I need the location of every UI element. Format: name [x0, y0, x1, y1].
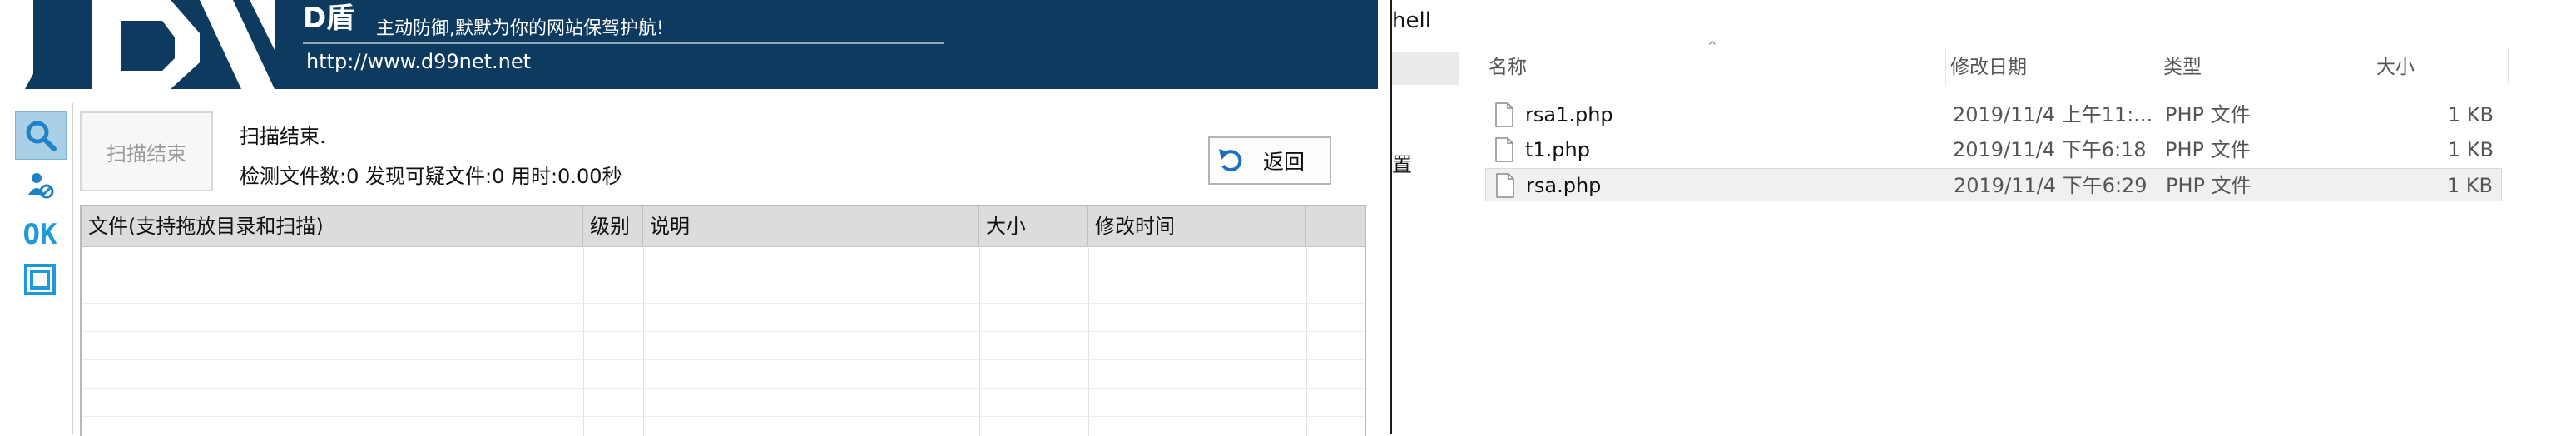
column-header-type[interactable]: 类型 [2160, 52, 2368, 83]
file-name: rsa1.php [1525, 103, 1613, 126]
row-divider [82, 359, 1365, 360]
file-name: t1.php [1525, 138, 1590, 161]
file-type: PHP 文件 [2165, 103, 2251, 126]
file-date: 2019/11/4 下午6:29 [1954, 174, 2147, 197]
column-header-description[interactable]: 说明 [643, 206, 979, 246]
column-separator [2508, 48, 2509, 85]
file-size: 1 KB [2446, 174, 2493, 197]
back-button-label: 返回 [1263, 150, 1305, 174]
file-row[interactable]: rsa1.php 2019/11/4 上午11:... PHP 文件 1 KB [1485, 98, 2502, 131]
file-date: 2019/11/4 下午6:18 [1953, 138, 2147, 161]
banner: D盾 主动防御,默默为你的网站保驾护航! http://www.d99net.n… [0, 0, 1378, 89]
d-shield-logo [0, 0, 275, 89]
navigation-pane [1392, 42, 1459, 434]
column-header-name[interactable]: 名称 [1485, 52, 1944, 83]
scan-status: 扫描结束. [240, 125, 326, 148]
dshield-window: D盾 主动防御,默默为你的网站保驾护航! http://www.d99net.n… [0, 0, 1391, 436]
brand-name: D盾 [303, 2, 355, 35]
column-separator [1945, 48, 1946, 85]
column-header-date[interactable]: 修改日期 [1947, 52, 2157, 83]
row-divider [82, 331, 1365, 332]
tool-sidebar: OK [12, 107, 67, 315]
row-divider [82, 303, 1365, 304]
column-header-modified[interactable]: 修改时间 [1088, 206, 1306, 246]
row-divider [82, 388, 1365, 389]
panel-border [72, 103, 73, 434]
nav-item-label[interactable]: 置 [1392, 148, 1412, 177]
nav-item-selected[interactable] [1392, 52, 1459, 85]
column-header-file[interactable]: 文件(支持拖放目录和扫描) [82, 206, 583, 246]
address-text[interactable]: hell [1392, 8, 1431, 33]
banner-divider [303, 42, 944, 44]
column-header-size[interactable]: 大小 [979, 206, 1088, 246]
website-url[interactable]: http://www.d99net.net [306, 50, 531, 73]
file-type: PHP 文件 [2166, 174, 2252, 197]
address-bar[interactable] [1392, 0, 2576, 42]
frame-icon [24, 264, 56, 295]
user-shield-icon [28, 173, 54, 199]
undo-icon [1219, 149, 1242, 172]
file-size: 1 KB [2447, 103, 2494, 126]
slogan: 主动防御,默默为你的网站保驾护航! [376, 18, 664, 39]
search-icon [26, 121, 57, 151]
file-row-selected[interactable]: rsa.php 2019/11/4 下午6:29 PHP 文件 1 KB [1485, 168, 2502, 201]
table-header: 文件(支持拖放目录和扫描) 级别 说明 大小 修改时间 [82, 206, 1365, 247]
scan-stats: 检测文件数:0 发现可疑文件:0 用时:0.00秒 [240, 165, 622, 188]
ok-tool-button[interactable]: OK [15, 211, 65, 258]
scan-button[interactable]: 扫描结束 [80, 111, 213, 191]
scan-results-table: 文件(支持拖放目录和扫描) 级别 说明 大小 修改时间 [80, 205, 1366, 436]
user-tool-button[interactable] [15, 163, 65, 210]
back-button[interactable]: 返回 [1208, 136, 1331, 185]
scan-tool-button[interactable] [15, 111, 67, 160]
row-divider [82, 416, 1365, 417]
frame-tool-button[interactable] [15, 256, 65, 303]
file-icon [1495, 102, 1513, 127]
file-size: 1 KB [2447, 138, 2494, 161]
file-type: PHP 文件 [2165, 138, 2251, 161]
column-header-size[interactable]: 大小 [2373, 52, 2506, 83]
file-icon [1496, 173, 1514, 198]
file-name: rsa.php [1526, 174, 1602, 197]
file-row[interactable]: t1.php 2019/11/4 下午6:18 PHP 文件 1 KB [1485, 133, 2502, 166]
file-icon [1495, 137, 1513, 162]
column-header-level[interactable]: 级别 [583, 206, 643, 246]
file-date: 2019/11/4 上午11:... [1953, 103, 2153, 126]
